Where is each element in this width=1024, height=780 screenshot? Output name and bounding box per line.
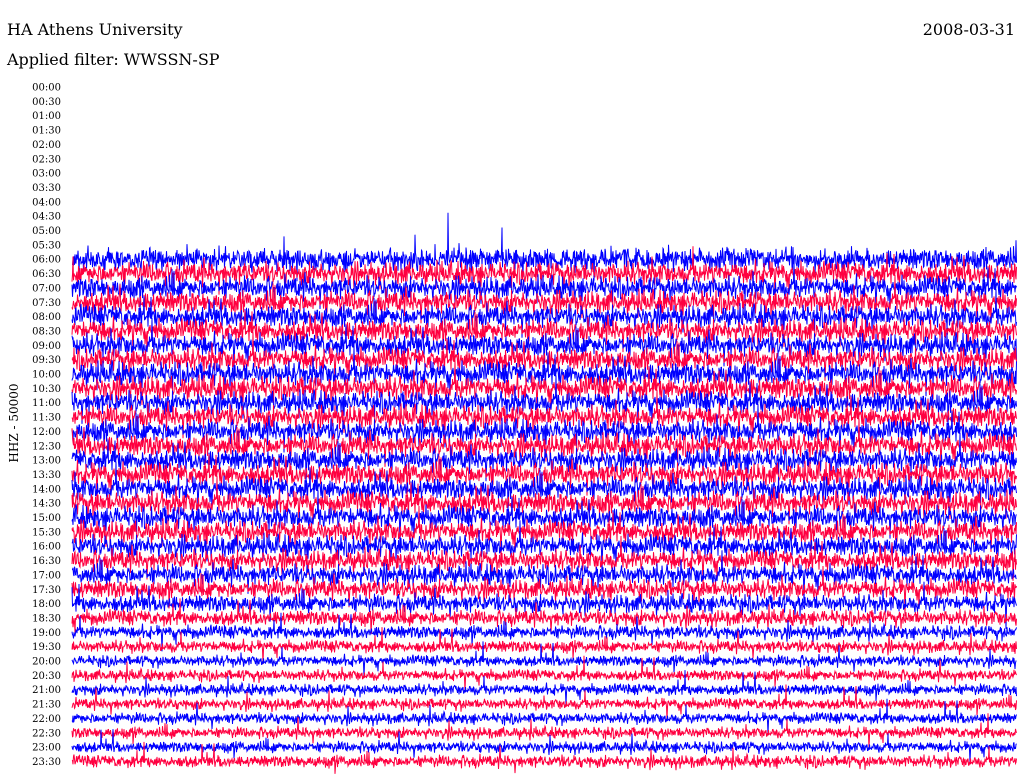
row-label: 01:30 [32, 126, 61, 137]
row-labels: 00:00 00:30 01:00 01:30 02:00 02:30 03:00 03:30… [32, 83, 61, 768]
row-label: 14:30 [32, 499, 61, 510]
row-label: 17:00 [32, 570, 61, 581]
row-label: 21:30 [32, 700, 61, 711]
row-label: 19:30 [32, 642, 61, 653]
row-label: 20:30 [32, 671, 61, 682]
row-label: 03:30 [32, 183, 61, 194]
row-label: 00:30 [32, 97, 61, 108]
row-label: 21:00 [32, 685, 61, 696]
row-label: 09:30 [32, 355, 61, 366]
row-label: 10:00 [32, 370, 61, 381]
row-label: 05:30 [32, 240, 61, 251]
traces [71, 212, 1017, 774]
trace-row-1700 [71, 550, 1017, 604]
row-label: 06:30 [32, 269, 61, 280]
row-label: 11:00 [32, 398, 61, 409]
row-label: 18:30 [32, 613, 61, 624]
row-label: 02:00 [32, 140, 61, 151]
row-label: 03:00 [32, 169, 61, 180]
row-label: 10:30 [32, 384, 61, 395]
helicorder-plot: 00:00 00:30 01:00 01:30 02:00 02:30 03:00 03:30… [32, 83, 1017, 774]
row-label: 14:00 [32, 484, 61, 495]
row-label: 07:30 [32, 298, 61, 309]
row-label: 12:30 [32, 441, 61, 452]
row-label: 00:00 [32, 83, 61, 94]
row-label: 09:00 [32, 341, 61, 352]
row-label: 18:00 [32, 599, 61, 610]
row-label: 13:30 [32, 470, 61, 481]
row-label: 04:30 [32, 212, 61, 223]
row-label: 16:00 [32, 542, 61, 553]
row-label: 23:30 [32, 757, 61, 768]
row-label: 02:30 [32, 154, 61, 165]
row-label: 13:00 [32, 456, 61, 467]
row-label: 11:30 [32, 413, 61, 424]
row-label: 15:30 [32, 527, 61, 538]
trace-row-1530 [71, 505, 1017, 563]
row-label: 08:30 [32, 326, 61, 337]
row-label: 08:00 [32, 312, 61, 323]
row-label: 19:00 [32, 628, 61, 639]
row-label: 01:00 [32, 111, 61, 122]
row-label: 22:30 [32, 728, 61, 739]
row-label: 06:00 [32, 255, 61, 266]
row-label: 16:30 [32, 556, 61, 567]
row-label: 23:00 [32, 743, 61, 754]
row-label: 22:00 [32, 714, 61, 725]
row-label: 04:00 [32, 197, 61, 208]
row-label: 15:00 [32, 513, 61, 524]
row-label: 12:00 [32, 427, 61, 438]
row-label: 17:30 [32, 585, 61, 596]
row-label: 20:00 [32, 657, 61, 668]
row-label: 07:00 [32, 283, 61, 294]
row-label: 05:00 [32, 226, 61, 237]
